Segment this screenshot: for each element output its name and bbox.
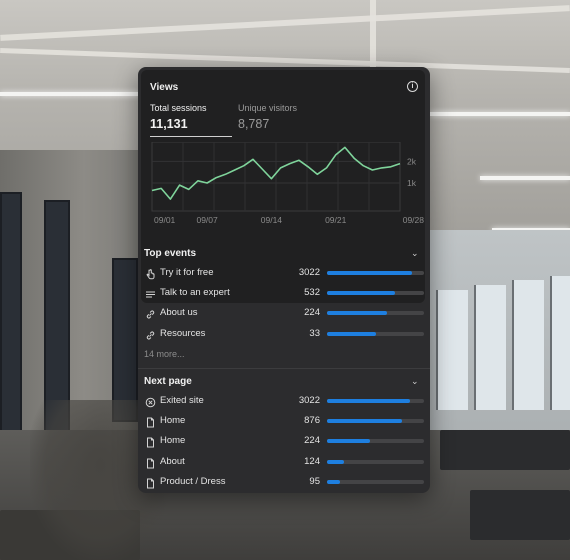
event-row[interactable]: Talk to an expert 532 [138, 286, 430, 304]
window [112, 258, 138, 422]
ceiling-lamp [430, 112, 570, 116]
event-bar-fill [327, 311, 388, 316]
ceiling-lamp [480, 176, 570, 180]
next-page-bar-fill [327, 399, 411, 403]
event-bar-track [327, 271, 424, 275]
next-page-bar-fill [327, 459, 345, 464]
window [0, 192, 22, 436]
divider [138, 368, 430, 369]
link-icon [145, 307, 156, 319]
event-row[interactable]: About us 224 [138, 306, 430, 324]
y-tick-label: 1k [407, 178, 417, 188]
window [436, 290, 468, 410]
x-tick-label: 09/28 [403, 215, 425, 225]
more-events-link[interactable]: 14 more... [144, 349, 185, 359]
page-icon [145, 456, 156, 469]
event-row[interactable]: Resources 33 [138, 327, 430, 345]
total-sessions-value: 11,131 [150, 117, 188, 131]
next-page-row[interactable]: Home 876 [138, 414, 430, 432]
page-icon [145, 435, 156, 448]
desk [470, 490, 570, 540]
event-count: 3022 [298, 267, 320, 278]
next-page-bar-track [327, 479, 424, 484]
active-metric-underline [150, 136, 232, 137]
event-bar-track [327, 331, 424, 336]
window [44, 200, 70, 434]
top-events-title: Top events [144, 248, 197, 259]
y-tick-label: 2k [407, 156, 417, 166]
window [550, 276, 570, 410]
event-bar-fill [327, 271, 413, 275]
lines-icon [145, 287, 156, 298]
event-bar-track [327, 291, 424, 296]
next-page-row[interactable]: Exited site 3022 [138, 394, 430, 412]
next-page-bar-track [327, 439, 424, 444]
desk [440, 430, 570, 470]
next-page-row[interactable]: Product / Dress 95 [138, 475, 430, 493]
next-page-bar-track [327, 419, 424, 424]
next-page-bar-fill [327, 419, 402, 424]
next-page-count: 95 [309, 475, 320, 487]
x-tick-label: 09/14 [261, 215, 283, 225]
next-page-bar-track [327, 459, 424, 464]
event-label: Try it for free [160, 267, 214, 278]
window [512, 280, 544, 410]
next-page-row[interactable]: About 124 [138, 455, 430, 473]
event-bar-track [327, 311, 424, 316]
ceiling-beam [370, 0, 376, 70]
event-label: Talk to an expert [160, 287, 230, 299]
next-page-label: Exited site [160, 395, 204, 406]
event-bar-fill [327, 331, 376, 336]
event-label: Resources [160, 327, 206, 339]
next-page-bar-fill [327, 439, 370, 444]
analytics-panel: Views i Total sessions 11,131 Unique vis… [138, 67, 430, 493]
x-tick-label: 09/07 [196, 215, 218, 225]
next-page-label: About [160, 455, 185, 467]
next-page-bar-fill [327, 479, 340, 484]
views-title: Views [150, 82, 179, 93]
chevron-down-icon[interactable]: ⌄ [411, 376, 419, 387]
window [474, 285, 506, 410]
next-page-bar-track [327, 399, 424, 403]
ceiling-lamp [0, 92, 140, 96]
chevron-down-icon[interactable]: ⌄ [411, 248, 419, 259]
total-sessions-label[interactable]: Total sessions [150, 103, 207, 113]
event-count: 224 [304, 307, 320, 319]
exit-circle-icon [145, 395, 156, 408]
event-label: About us [160, 307, 198, 319]
next-page-count: 124 [304, 455, 320, 467]
event-count: 532 [304, 287, 320, 299]
next-page-title: Next page [144, 376, 192, 387]
info-icon[interactable]: i [407, 81, 418, 92]
page-icon [145, 415, 156, 428]
next-page-label: Product / Dress [160, 475, 226, 487]
next-page-count: 224 [304, 435, 320, 447]
pointer-hand-icon [145, 267, 156, 280]
x-tick-label: 09/01 [154, 215, 176, 225]
next-page-count: 876 [304, 415, 320, 427]
unique-visitors-label[interactable]: Unique visitors [238, 103, 297, 113]
page-icon [145, 476, 156, 489]
link-icon [145, 328, 156, 340]
unique-visitors-value: 8,787 [238, 117, 270, 131]
event-count: 33 [309, 327, 320, 339]
next-page-count: 3022 [298, 395, 320, 406]
x-tick-label: 09/21 [325, 215, 347, 225]
next-page-label: Home [160, 435, 186, 447]
next-page-label: Home [160, 415, 186, 427]
next-page-row[interactable]: Home 224 [138, 434, 430, 452]
event-row[interactable]: Try it for free 3022 [138, 266, 430, 284]
event-bar-fill [327, 291, 395, 296]
